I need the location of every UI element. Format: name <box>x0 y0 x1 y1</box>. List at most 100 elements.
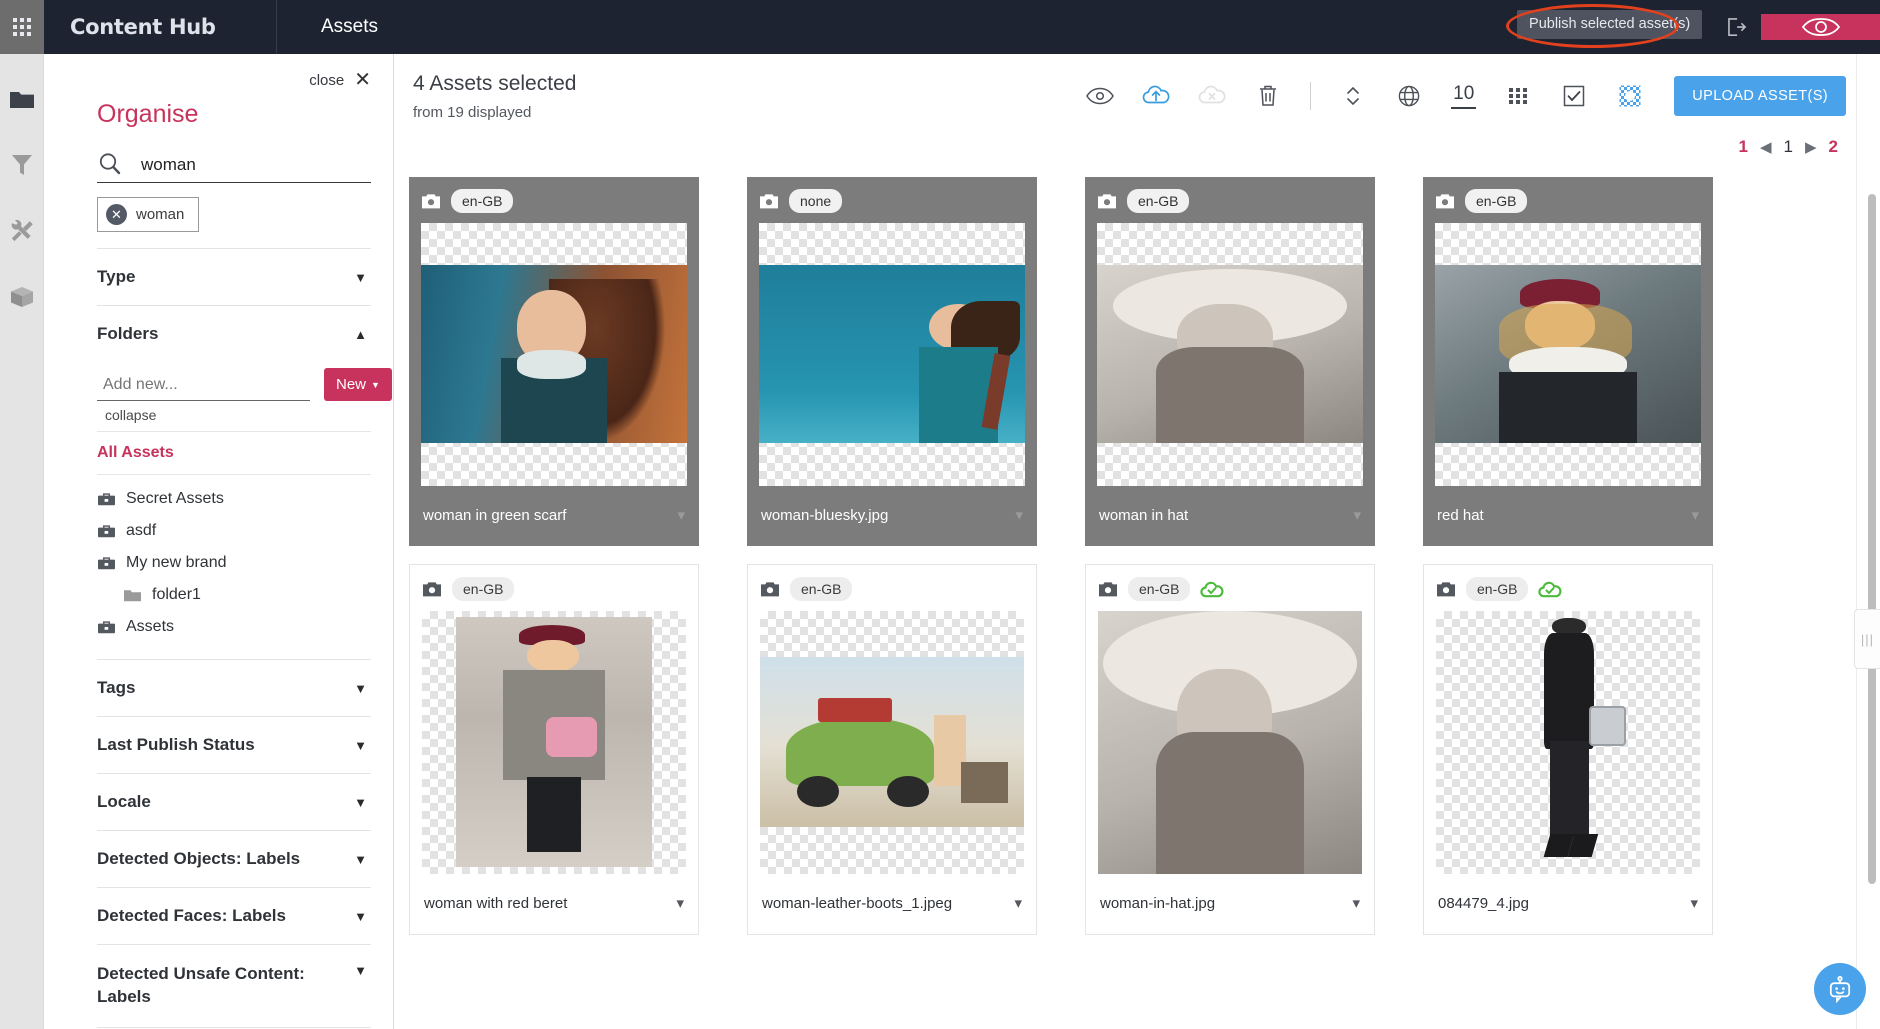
organise-panel: close ✕ Organise woman ✕ woman Type ▼ Fo… <box>45 54 394 1029</box>
rail-item-packages[interactable] <box>7 282 37 312</box>
search-input[interactable]: woman <box>131 155 196 177</box>
chevron-down-icon: ▼ <box>371 379 380 390</box>
published-cloud-check-icon <box>1200 581 1224 598</box>
publish-button[interactable] <box>1128 76 1184 116</box>
select-all-button[interactable] <box>1546 76 1602 116</box>
asset-card[interactable]: en-GB 084479_4.jpg ▾ <box>1423 564 1713 935</box>
add-folder-row: New ▼ <box>45 362 393 401</box>
chevron-down-icon[interactable]: ▾ <box>677 506 685 524</box>
asset-card[interactable]: en-GB red hat ▾ <box>1423 177 1713 546</box>
chevron-down-icon: ▼ <box>354 908 367 924</box>
camera-icon <box>1436 193 1454 208</box>
page-last[interactable]: 2 <box>1829 137 1838 157</box>
chatbot-button[interactable] <box>1814 963 1866 1015</box>
asset-card-footer: woman-bluesky.jpg ▾ <box>747 486 1037 546</box>
app-switcher-button[interactable] <box>0 0 44 54</box>
vertical-scrollbar[interactable] <box>1868 194 1876 884</box>
chip-remove-icon[interactable]: ✕ <box>106 204 127 225</box>
preview-mode-button[interactable] <box>1761 14 1880 40</box>
chevron-down-icon[interactable]: ▾ <box>1015 506 1023 524</box>
search-field[interactable]: woman <box>97 151 371 183</box>
sort-button[interactable] <box>1325 76 1381 116</box>
logout-button[interactable] <box>1711 0 1761 54</box>
rail-item-folders[interactable] <box>7 84 37 114</box>
filter-section-type[interactable]: Type ▼ <box>45 249 393 305</box>
grid-view-button[interactable] <box>1490 76 1546 116</box>
close-label: close <box>309 71 345 89</box>
rail-item-tools[interactable] <box>7 216 37 246</box>
filter-section-label: Tags <box>97 678 136 697</box>
asset-card[interactable]: none woman-bluesky.jpg ▾ <box>747 177 1037 546</box>
tree-item-assets[interactable]: Assets <box>97 611 371 643</box>
asset-card[interactable]: en-GB woman-in-hat.jpg ▾ <box>1085 564 1375 935</box>
filter-section-label: Detected Unsafe Content: Labels <box>97 964 305 1006</box>
page-next-icon[interactable]: ▶ <box>1805 138 1817 156</box>
divider <box>97 431 371 432</box>
brand-area[interactable]: Content Hub <box>44 0 277 54</box>
asset-card-header: en-GB <box>748 565 1036 611</box>
asset-card-footer: woman in green scarf ▾ <box>409 486 699 546</box>
collapse-tree-link[interactable]: collapse <box>45 401 393 423</box>
page-size-selector[interactable]: 10 <box>1451 83 1477 109</box>
filter-section-folders[interactable]: Folders ▲ <box>45 306 393 362</box>
filter-section-detected-unsafe-content[interactable]: Detected Unsafe Content: Labels ▼ <box>45 945 393 1027</box>
asset-card[interactable]: en-GB woman in green scarf ▾ <box>409 177 699 546</box>
unpublish-button[interactable] <box>1184 76 1240 116</box>
filter-section-locale[interactable]: Locale ▼ <box>45 774 393 830</box>
page-first[interactable]: 1 <box>1739 137 1748 157</box>
tree-item-asdf[interactable]: asdf <box>97 515 371 547</box>
tree-item-folder1[interactable]: folder1 <box>97 579 371 611</box>
tree-item-secret-assets[interactable]: Secret Assets <box>97 483 371 515</box>
new-folder-label: New <box>336 376 367 393</box>
divider <box>97 1026 371 1028</box>
asset-image <box>421 265 687 443</box>
preview-button[interactable] <box>1072 76 1128 116</box>
filter-section-last-publish-status[interactable]: Last Publish Status ▼ <box>45 717 393 773</box>
new-folder-button[interactable]: New ▼ <box>324 368 392 401</box>
brand-icon <box>98 557 115 570</box>
chevron-down-icon[interactable]: ▾ <box>1014 894 1022 912</box>
pagination: 1 ◀ 1 ▶ 2 <box>395 121 1880 157</box>
main-content: 4 Assets selected from 19 displayed 10 U… <box>395 54 1880 1029</box>
box-icon <box>10 287 33 307</box>
chevron-down-icon: ▼ <box>354 737 367 753</box>
published-cloud-check-icon <box>1538 581 1562 598</box>
tree-item-all-assets[interactable]: All Assets <box>97 440 371 466</box>
locale-badge: en-GB <box>1128 577 1191 601</box>
divider <box>97 474 371 475</box>
filter-section-detected-objects[interactable]: Detected Objects: Labels ▼ <box>45 831 393 887</box>
tree-item-my-new-brand[interactable]: My new brand <box>97 547 371 579</box>
chevron-down-icon[interactable]: ▾ <box>676 894 684 912</box>
chevron-up-icon: ▲ <box>354 326 367 342</box>
asset-card-footer: woman in hat ▾ <box>1085 486 1375 546</box>
asset-card[interactable]: en-GB woman with red beret ▾ <box>409 564 699 935</box>
filter-section-label: Detected Faces: Labels <box>97 906 286 925</box>
upload-assets-button[interactable]: UPLOAD ASSET(S) <box>1674 76 1846 116</box>
add-folder-input[interactable] <box>97 374 310 401</box>
filter-section-detected-faces[interactable]: Detected Faces: Labels ▼ <box>45 888 393 944</box>
filter-section-label: Locale <box>97 792 151 811</box>
chevron-down-icon: ▼ <box>354 680 367 696</box>
transparency-toggle-button[interactable] <box>1602 76 1658 116</box>
chevron-down-icon[interactable]: ▾ <box>1691 506 1699 524</box>
panel-resize-handle[interactable]: ||| <box>1854 609 1880 669</box>
rail-item-filters[interactable] <box>7 150 37 180</box>
close-panel-button[interactable]: close ✕ <box>45 54 393 90</box>
locale-button[interactable] <box>1381 76 1437 116</box>
asset-image <box>760 657 1024 827</box>
filter-section-label: Folders <box>97 324 159 343</box>
asset-card[interactable]: en-GB woman in hat ▾ <box>1085 177 1375 546</box>
asset-name: red hat <box>1437 506 1484 524</box>
chevron-down-icon[interactable]: ▾ <box>1353 506 1361 524</box>
filter-section-tags[interactable]: Tags ▼ <box>45 660 393 716</box>
chevron-down-icon[interactable]: ▾ <box>1690 894 1698 912</box>
asset-card-header: en-GB <box>409 177 699 223</box>
chevron-down-icon[interactable]: ▾ <box>1352 894 1360 912</box>
page-prev-icon[interactable]: ◀ <box>1760 138 1772 156</box>
delete-button[interactable] <box>1240 76 1296 116</box>
transparency-icon <box>1619 85 1641 107</box>
asset-card[interactable]: en-GB woman-leather-boots_1.jpeg ▾ <box>747 564 1037 935</box>
publish-tooltip: Publish selected asset(s) <box>1517 10 1703 39</box>
search-chip[interactable]: ✕ woman <box>97 197 200 232</box>
camera-icon <box>422 193 440 208</box>
